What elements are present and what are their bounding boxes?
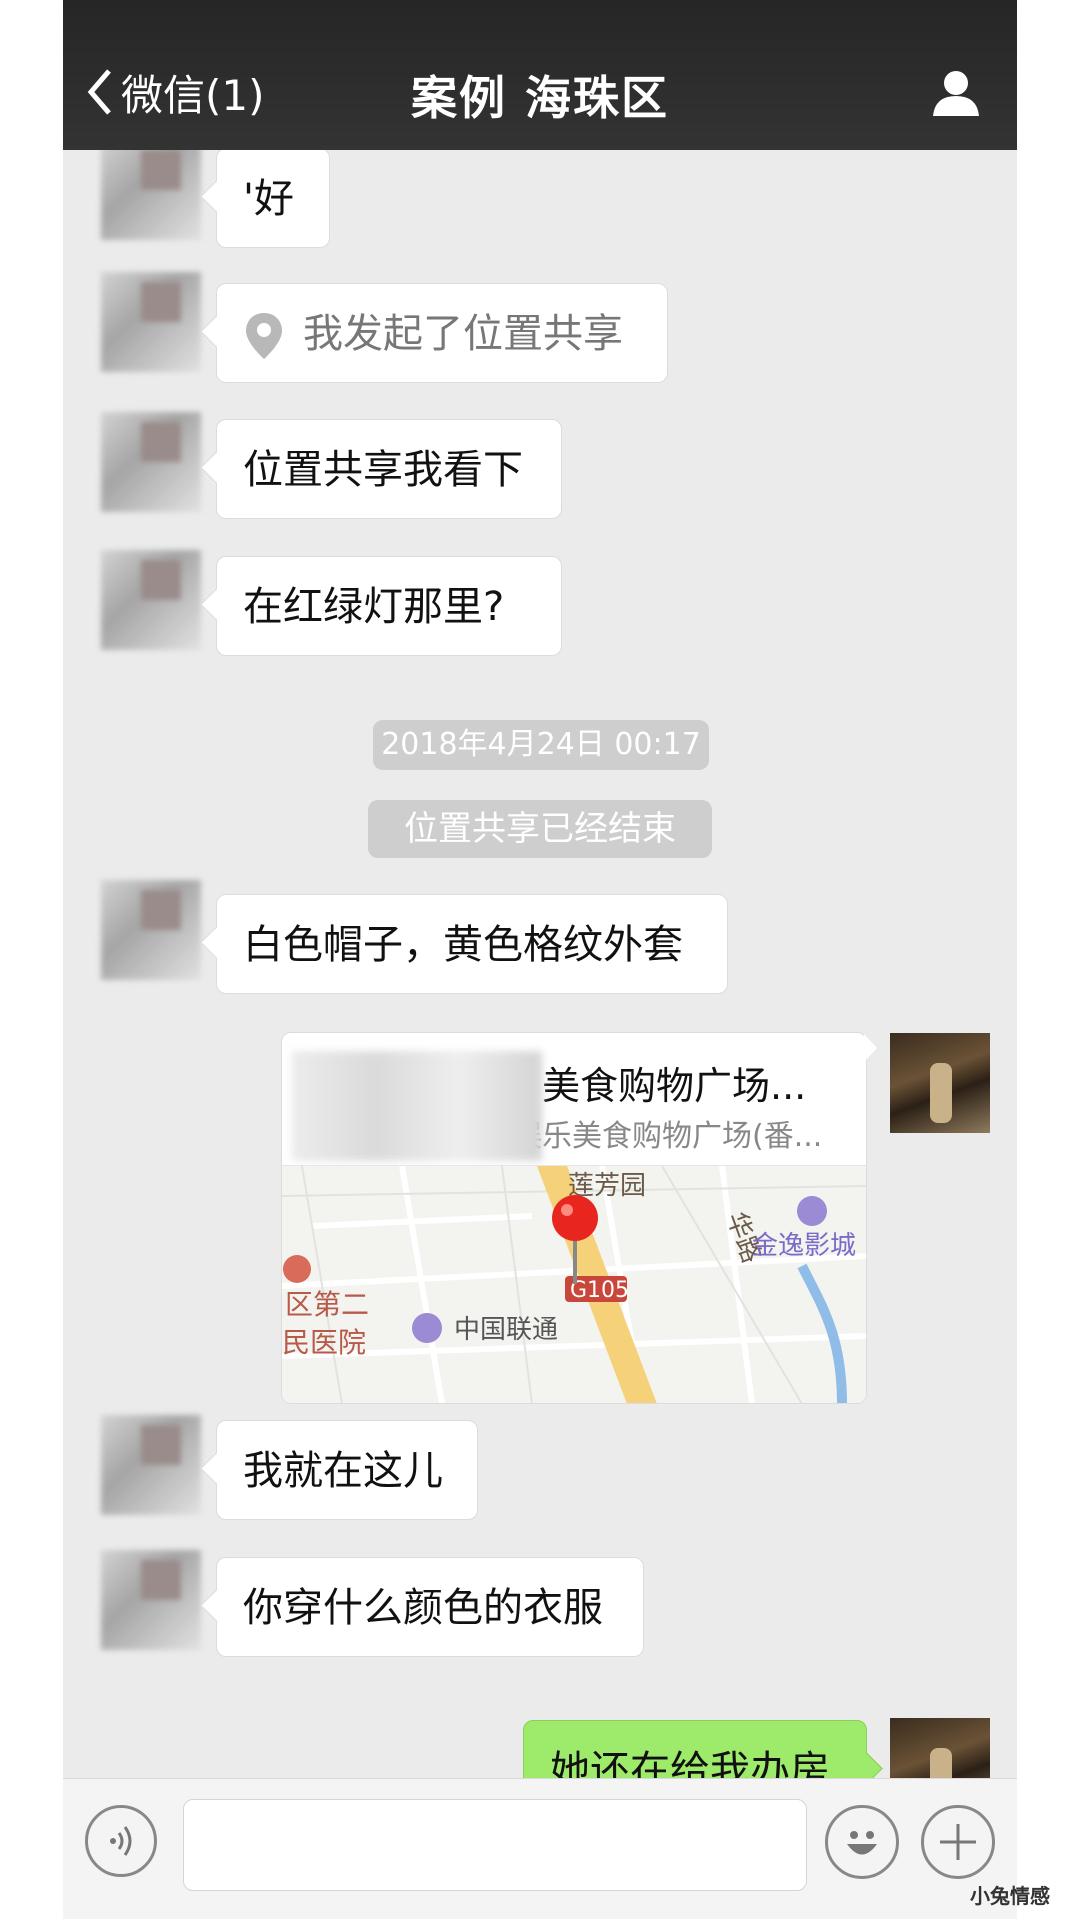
timestamp: 2018年4月24日 00:17 bbox=[373, 720, 709, 770]
message-bubble[interactable]: 你穿什么颜色的衣服 bbox=[216, 1557, 644, 1657]
message-bubble[interactable]: 位置共享我看下 bbox=[216, 419, 562, 519]
contact-avatar[interactable] bbox=[101, 880, 201, 980]
person-icon bbox=[933, 71, 979, 116]
system-notice: 位置共享已经结束 bbox=[368, 800, 712, 858]
map-graphic: 莲芳园 华路 金逸影城 区第二 民医院 中国联通 G105 bbox=[282, 1166, 866, 1403]
map-label: 中国联通 bbox=[454, 1315, 558, 1345]
road-badge: G105 bbox=[570, 1278, 629, 1303]
location-title: 美食购物广场... bbox=[542, 1064, 807, 1108]
message-bubble[interactable]: '好 bbox=[216, 150, 330, 248]
contact-avatar[interactable] bbox=[101, 550, 201, 650]
voice-button[interactable] bbox=[85, 1805, 157, 1877]
map-label: 民医院 bbox=[282, 1326, 366, 1359]
message-bubble[interactable]: 我就在这儿 bbox=[216, 1420, 478, 1520]
message-list[interactable]: '好 我发起了位置共享 位置共享我看下 在红绿灯那里? 2018年4月24日 0… bbox=[63, 150, 1017, 1778]
emoji-button[interactable] bbox=[825, 1805, 899, 1879]
voice-icon bbox=[110, 1826, 132, 1856]
location-share-text: 我发起了位置共享 bbox=[303, 311, 623, 357]
map-label: 区第二 bbox=[285, 1288, 369, 1321]
chat-title: 案例 海珠区 bbox=[410, 71, 669, 125]
map-preview: 莲芳园 华路 金逸影城 区第二 民医院 中国联通 G105 bbox=[282, 1165, 866, 1403]
location-pin-icon bbox=[246, 313, 282, 359]
plus-icon bbox=[940, 1824, 976, 1860]
location-card[interactable]: 美食购物广场... 娱乐美食购物广场(番... 莲芳园 华路 金逸影城 区第二 … bbox=[281, 1032, 867, 1404]
location-share-bubble[interactable]: 我发起了位置共享 bbox=[216, 283, 668, 383]
contact-avatar[interactable] bbox=[101, 150, 201, 240]
contact-avatar[interactable] bbox=[101, 412, 201, 512]
emoji-icon bbox=[847, 1831, 877, 1855]
chat-screen: 微信(1) 案例 海珠区 '好 我发起了位置共享 位置共享我看下 在红绿灯那里?… bbox=[63, 0, 1017, 1919]
bubble-tail bbox=[864, 1034, 877, 1062]
map-pin-icon bbox=[552, 1195, 598, 1241]
more-button[interactable] bbox=[921, 1805, 995, 1879]
nav-bar: 微信(1) 案例 海珠区 bbox=[63, 0, 1017, 150]
contact-avatar[interactable] bbox=[101, 272, 201, 372]
watermark: 小兔情感 bbox=[970, 1884, 1050, 1908]
contact-avatar[interactable] bbox=[101, 1550, 201, 1650]
input-toolbar bbox=[63, 1778, 1017, 1919]
my-message-bubble[interactable]: 她还在给我办房 bbox=[523, 1720, 867, 1778]
contact-info-button[interactable] bbox=[931, 68, 981, 122]
blurred-area bbox=[292, 1051, 542, 1161]
map-label: 金逸影城 bbox=[752, 1231, 856, 1261]
my-avatar[interactable] bbox=[890, 1718, 990, 1778]
location-subtitle: 娱乐美食购物广场(番... bbox=[512, 1119, 823, 1154]
message-input[interactable] bbox=[183, 1799, 807, 1891]
my-avatar[interactable] bbox=[890, 1033, 990, 1133]
message-bubble[interactable]: 在红绿灯那里? bbox=[216, 556, 562, 656]
contact-avatar[interactable] bbox=[101, 1415, 201, 1515]
message-bubble[interactable]: 白色帽子，黄色格纹外套 bbox=[216, 894, 728, 994]
